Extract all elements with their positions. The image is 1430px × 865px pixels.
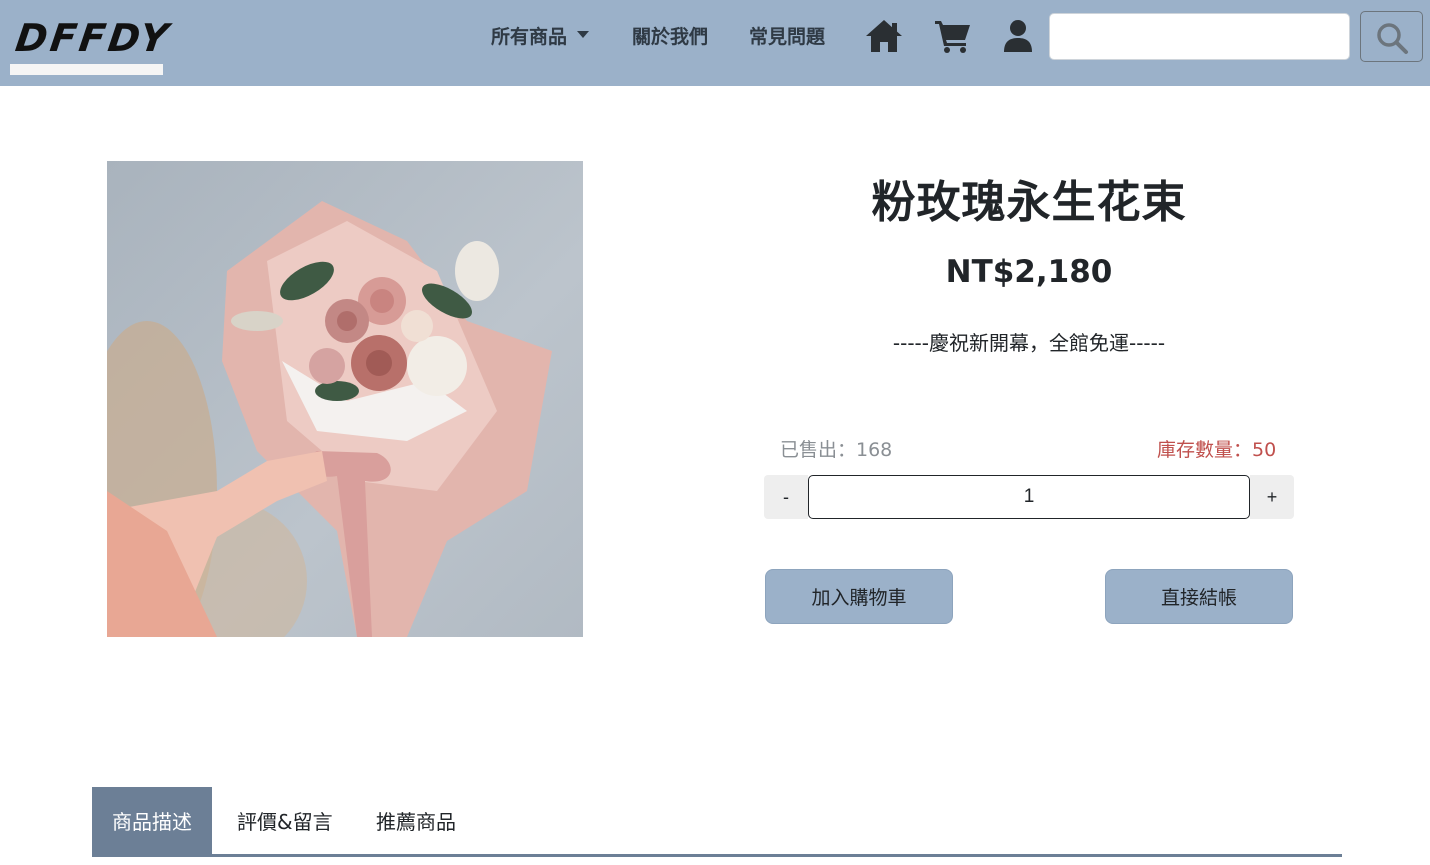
quantity-minus-button[interactable]: - — [764, 475, 808, 519]
product-tabs: 商品描述 評價&留言 推薦商品 — [92, 787, 1342, 857]
sold-count: 已售出：168 — [780, 439, 893, 461]
tab-recommended[interactable]: 推薦商品 — [356, 787, 476, 854]
promo-text: -----慶祝新開幕，全館免運----- — [892, 331, 1166, 355]
search-input[interactable] — [1049, 13, 1350, 60]
product-price: NT$2,180 — [945, 254, 1113, 290]
tab-description[interactable]: 商品描述 — [92, 787, 212, 854]
logo-text: DFFDY — [12, 16, 174, 60]
user-icon[interactable] — [1000, 17, 1040, 55]
nav-all-products-label: 所有商品 — [491, 26, 568, 48]
nav-faq-link[interactable]: 常見問題 — [749, 22, 825, 49]
logo-underline — [10, 64, 163, 75]
product-title: 粉玫瑰永生花束 — [871, 177, 1187, 228]
add-to-cart-button[interactable]: 加入購物車 — [765, 569, 953, 624]
navbar: DFFDY 所有商品 關於我們 常見問題 — [0, 0, 1430, 86]
cart-icon[interactable] — [933, 17, 973, 55]
home-icon[interactable] — [864, 17, 904, 55]
tab-reviews[interactable]: 評價&留言 — [217, 787, 353, 854]
nav-about-link[interactable]: 關於我們 — [632, 22, 708, 49]
stock-count: 庫存數量：50 — [1157, 439, 1277, 461]
caret-down-icon — [577, 31, 590, 38]
search-icon — [1377, 23, 1408, 54]
brand-logo[interactable]: DFFDY — [10, 14, 174, 76]
checkout-button[interactable]: 直接結帳 — [1105, 569, 1293, 624]
search-button[interactable] — [1360, 11, 1423, 62]
product-image — [107, 161, 583, 637]
quantity-plus-button[interactable]: + — [1250, 475, 1294, 519]
nav-all-products-dropdown[interactable]: 所有商品 — [491, 22, 590, 49]
quantity-input[interactable] — [808, 475, 1250, 519]
